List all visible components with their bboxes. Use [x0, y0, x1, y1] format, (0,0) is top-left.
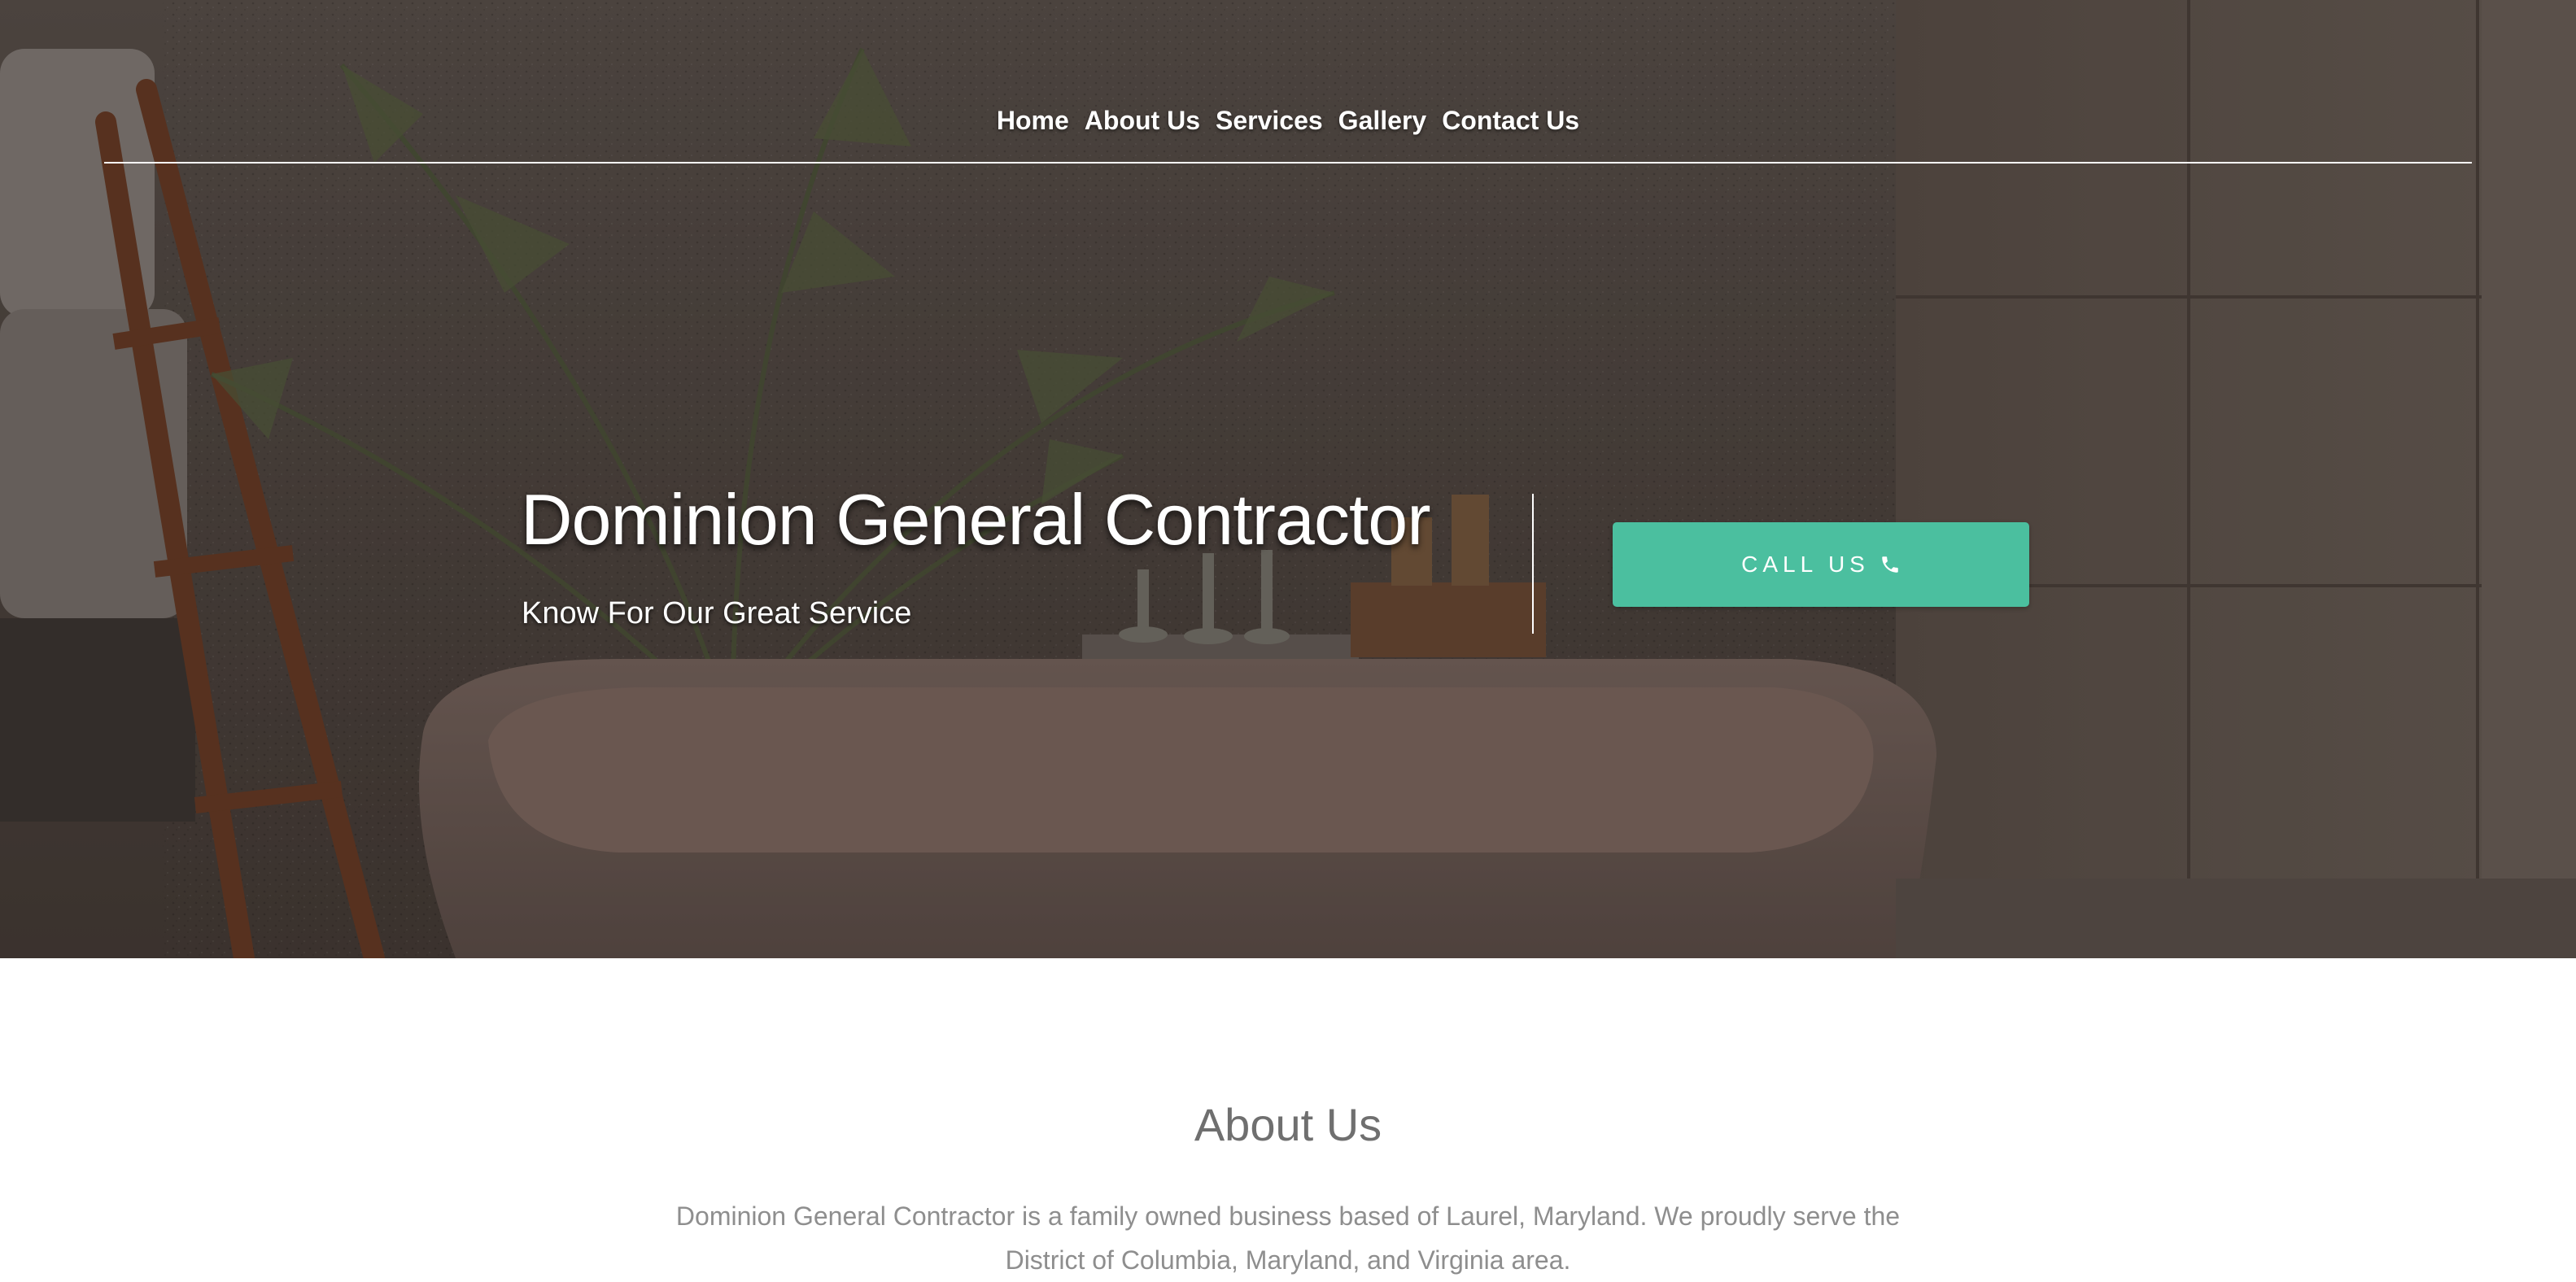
main-navigation: Home About Us Services Gallery Contact U… — [0, 101, 2576, 140]
nav-link-home[interactable]: Home — [997, 101, 1069, 140]
hero-subtitle: Know For Our Great Service — [522, 596, 912, 630]
about-description: Dominion General Contractor is a family … — [675, 1201, 1901, 1275]
nav-link-services[interactable]: Services — [1216, 101, 1323, 140]
nav-divider — [104, 162, 2472, 164]
hero-vertical-divider — [1532, 494, 1534, 634]
nav-link-gallery[interactable]: Gallery — [1338, 101, 1427, 140]
nav-link-contact-us[interactable]: Contact Us — [1442, 101, 1579, 140]
phone-icon — [1882, 556, 1898, 573]
call-us-label: CALL US — [1741, 552, 1870, 577]
call-us-button[interactable]: CALL US — [1613, 522, 2029, 607]
about-section: About Us Dominion General Contractor is … — [0, 958, 2576, 1279]
nav-link-about-us[interactable]: About Us — [1085, 101, 1200, 140]
hero-title: Dominion General Contractor — [521, 479, 1431, 560]
about-title: About Us — [1194, 1099, 1382, 1150]
hero-section: Home About Us Services Gallery Contact U… — [0, 0, 2576, 958]
